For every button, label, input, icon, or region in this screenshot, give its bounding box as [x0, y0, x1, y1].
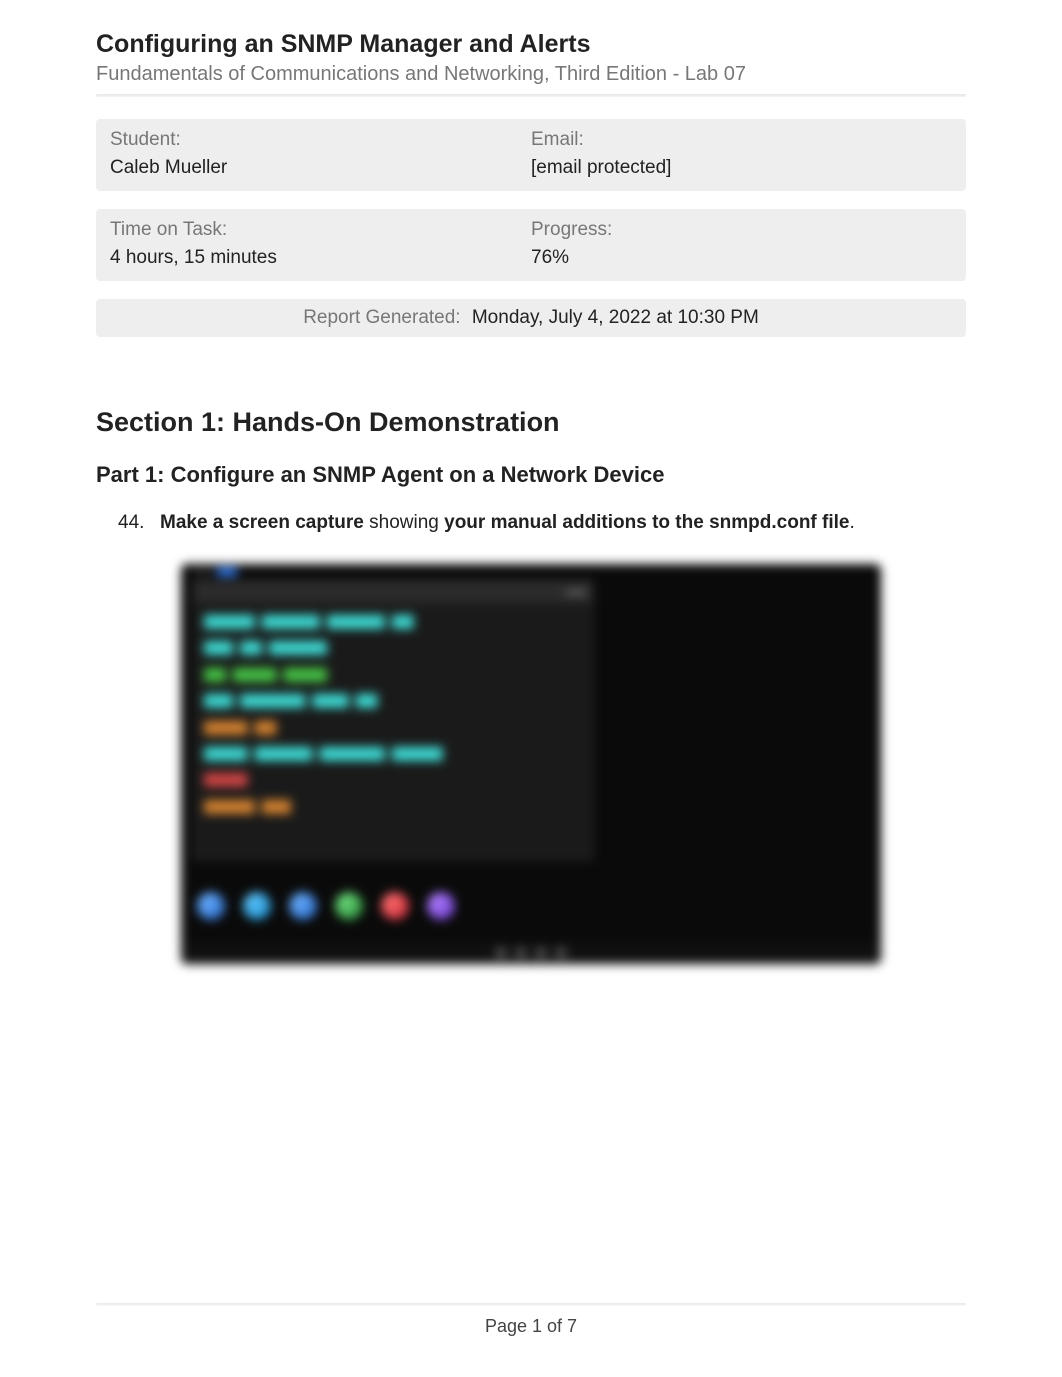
report-generated-row: Report Generated: Monday, July 4, 2022 a… — [96, 299, 966, 337]
embedded-screenshot: ███████ ████████ ████████ ███ ████ ███ █… — [181, 564, 881, 964]
taskbar-icon — [381, 892, 409, 920]
step-bold-2: your manual additions to the snmpd.conf … — [444, 512, 849, 533]
part-heading: Part 1: Configure an SNMP Agent on a Net… — [96, 462, 966, 488]
email-label: Email: — [531, 129, 952, 151]
progress-label: Progress: — [531, 219, 952, 241]
step-number: 44. — [118, 512, 160, 534]
report-label: Report Generated: — [303, 307, 460, 328]
time-value: 4 hours, 15 minutes — [110, 247, 531, 269]
student-value: Caleb Mueller — [110, 157, 531, 179]
step-text: Make a screen capture showing your manua… — [160, 512, 966, 534]
taskbar-icon — [335, 892, 363, 920]
step-row: 44. Make a screen capture showing your m… — [118, 512, 966, 534]
report-value: Monday, July 4, 2022 at 10:30 PM — [472, 307, 759, 328]
page-subtitle: Fundamentals of Communications and Netwo… — [96, 63, 966, 86]
step-tail: . — [849, 512, 854, 533]
taskbar-icon — [197, 892, 225, 920]
page-footer: Page 1 of 7 — [96, 1303, 966, 1337]
step-mid: showing — [364, 512, 444, 533]
page-number: Page 1 of 7 — [96, 1316, 966, 1337]
time-progress-block: Time on Task: 4 hours, 15 minutes Progre… — [96, 209, 966, 281]
student-label: Student: — [110, 129, 531, 151]
taskbar-icon — [427, 892, 455, 920]
email-value: [email protected] — [531, 157, 952, 179]
taskbar-icon — [243, 892, 271, 920]
section-heading: Section 1: Hands-On Demonstration — [96, 407, 966, 438]
step-bold-1: Make a screen capture — [160, 512, 364, 533]
page-title: Configuring an SNMP Manager and Alerts — [96, 30, 966, 59]
student-email-block: Student: Caleb Mueller Email: [email pro… — [96, 119, 966, 191]
time-label: Time on Task: — [110, 219, 531, 241]
taskbar-icon — [289, 892, 317, 920]
terminal-window: ███████ ████████ ████████ ███ ████ ███ █… — [193, 580, 593, 860]
taskbar-icons — [197, 892, 455, 920]
title-divider — [96, 94, 966, 97]
footer-divider — [96, 1303, 966, 1306]
progress-value: 76% — [531, 247, 952, 269]
